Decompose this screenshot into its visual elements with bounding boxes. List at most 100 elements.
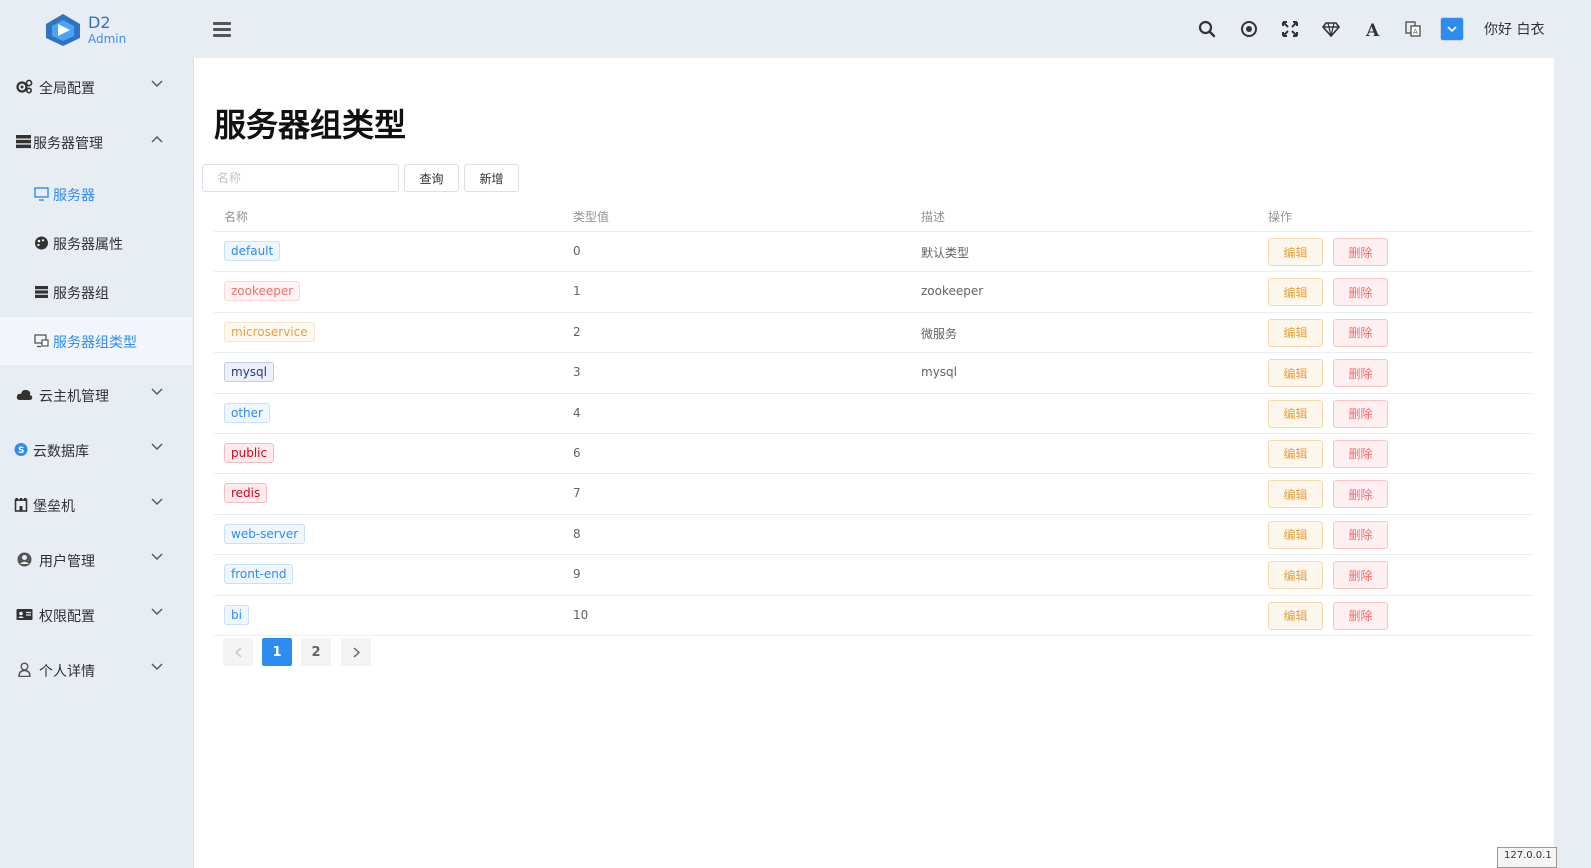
translate-icon[interactable]: A: [1402, 18, 1424, 40]
delete-button[interactable]: 删除: [1333, 439, 1388, 468]
edit-button[interactable]: 编辑: [1268, 480, 1323, 509]
delete-button[interactable]: 删除: [1333, 318, 1388, 347]
chevron-down-icon: [151, 553, 163, 560]
next-page-button[interactable]: [341, 638, 371, 666]
add-button[interactable]: 新增: [464, 164, 519, 192]
sidebar-item-label: 堡垒机: [33, 499, 75, 515]
edit-button[interactable]: 编辑: [1268, 561, 1323, 590]
logo-subtitle: Admin: [88, 32, 127, 46]
theme-dropdown[interactable]: [1440, 17, 1464, 41]
menu-toggle-icon[interactable]: [213, 22, 233, 38]
query-button[interactable]: 查询: [404, 164, 459, 192]
edit-button[interactable]: 编辑: [1268, 238, 1323, 266]
edit-button[interactable]: 编辑: [1268, 399, 1323, 428]
name-tag: other: [224, 402, 270, 423]
sidebar-item-label: 云主机管理: [39, 389, 109, 405]
search-icon[interactable]: [1196, 18, 1218, 40]
chevron-down-icon: [151, 443, 163, 450]
delete-button[interactable]: 删除: [1333, 399, 1388, 428]
sidebar-item-label: 服务器管理: [33, 136, 103, 152]
delete-button[interactable]: 删除: [1333, 561, 1388, 590]
sidebar-item-personal-details[interactable]: 个人详情: [0, 643, 192, 695]
fortress-icon: [14, 498, 28, 512]
name-tag: bi: [224, 604, 249, 625]
table-header: 名称 类型值 描述 操作: [214, 198, 1534, 232]
sidebar-item-cloud-hosts[interactable]: 云主机管理: [0, 368, 192, 420]
delete-button[interactable]: 删除: [1333, 278, 1388, 307]
name-tag: default: [224, 241, 281, 261]
user-circle-icon: [17, 552, 32, 567]
sidebar-item-user-management[interactable]: 用户管理: [0, 533, 192, 585]
sidebar-item-permissions[interactable]: 权限配置: [0, 588, 192, 640]
edit-button[interactable]: 编辑: [1268, 359, 1323, 388]
prev-page-button[interactable]: [223, 638, 253, 666]
search-input[interactable]: [202, 164, 399, 192]
type-value-cell: 4: [573, 405, 581, 420]
diamond-icon[interactable]: [1320, 18, 1342, 40]
table-row: mysql 3 mysql 编辑 删除: [214, 353, 1534, 394]
sidebar: 全局配置 服务器管理 服务器 服务器属性 服务器组 服务器组类型 云主机管理 S…: [0, 58, 192, 868]
delete-button[interactable]: 删除: [1333, 359, 1388, 388]
sidebar-subitem-server-group-types[interactable]: 服务器组类型: [0, 317, 192, 365]
gears-icon: [16, 79, 33, 94]
user-greeting[interactable]: 你好 白衣: [1484, 19, 1544, 39]
font-size-icon[interactable]: A: [1362, 18, 1384, 40]
sidebar-item-label: 服务器组: [53, 286, 109, 302]
page-title: 服务器组类型: [214, 106, 407, 144]
edit-button[interactable]: 编辑: [1268, 318, 1323, 347]
d2-logo-icon: [46, 14, 80, 46]
sidebar-item-label: 服务器: [53, 188, 95, 204]
edit-button[interactable]: 编辑: [1268, 439, 1323, 468]
sidebar-item-cloud-database[interactable]: S 云数据库: [0, 423, 192, 475]
table-row: web-server 8 编辑 删除: [214, 515, 1534, 556]
sidebar-subitem-server-attributes[interactable]: 服务器属性: [0, 219, 192, 267]
sidebar-subitem-server-groups[interactable]: 服务器组: [0, 268, 192, 316]
version-badge: 127.0.0.1: [1497, 847, 1557, 868]
sidebar-item-bastion[interactable]: 堡垒机: [0, 478, 192, 530]
type-value-cell: 2: [573, 324, 581, 339]
table-row: default 0 默认类型 编辑 删除: [214, 232, 1534, 273]
page-1-button[interactable]: 1: [262, 638, 292, 666]
delete-button[interactable]: 删除: [1333, 520, 1388, 549]
server-stack-icon: [35, 286, 48, 298]
type-value-cell: 6: [573, 445, 581, 460]
description-cell: 默认类型: [921, 246, 970, 260]
type-value-cell: 9: [573, 567, 581, 582]
delete-button[interactable]: 删除: [1333, 238, 1388, 266]
chevron-down-icon: [151, 498, 163, 505]
edit-button[interactable]: 编辑: [1268, 278, 1323, 307]
table-row: microservice 2 微服务 编辑 删除: [214, 313, 1534, 354]
fullscreen-icon[interactable]: [1279, 18, 1301, 40]
type-value-cell: 3: [573, 365, 581, 380]
page-2-button[interactable]: 2: [301, 638, 331, 666]
edit-button[interactable]: 编辑: [1268, 601, 1323, 630]
sidebar-subitem-servers[interactable]: 服务器: [0, 170, 192, 218]
table-row: public 6 编辑 删除: [214, 434, 1534, 475]
sidebar-item-server-management[interactable]: 服务器管理: [0, 115, 192, 167]
name-tag: redis: [224, 483, 268, 504]
chevron-down-icon: [151, 388, 163, 395]
type-value-cell: 10: [573, 607, 589, 622]
sidebar-item-label: 权限配置: [39, 609, 95, 625]
target-icon[interactable]: [1238, 18, 1260, 40]
svg-text:A: A: [1413, 28, 1418, 36]
delete-button[interactable]: 删除: [1333, 601, 1388, 630]
delete-button[interactable]: 删除: [1333, 480, 1388, 509]
table-row: zookeeper 1 zookeeper 编辑 删除: [214, 272, 1534, 313]
sidebar-item-label: 个人详情: [39, 664, 95, 680]
chevron-left-icon: [234, 646, 241, 658]
sidebar-item-global-config[interactable]: 全局配置: [0, 60, 192, 112]
svg-text:S: S: [18, 446, 24, 456]
edit-button[interactable]: 编辑: [1268, 520, 1323, 549]
monitor-icon: [34, 187, 49, 201]
database-icon: S: [14, 443, 28, 456]
chevron-down-icon: [151, 608, 163, 615]
name-tag: web-server: [224, 523, 306, 544]
app-logo[interactable]: D2 Admin: [44, 12, 184, 48]
svg-text:A: A: [1365, 21, 1380, 38]
chevron-up-icon: [151, 136, 163, 143]
chevron-down-icon: [151, 663, 163, 670]
column-header-name: 名称: [224, 210, 249, 224]
type-value-cell: 0: [573, 244, 581, 258]
sidebar-item-label: 服务器组类型: [53, 335, 137, 351]
